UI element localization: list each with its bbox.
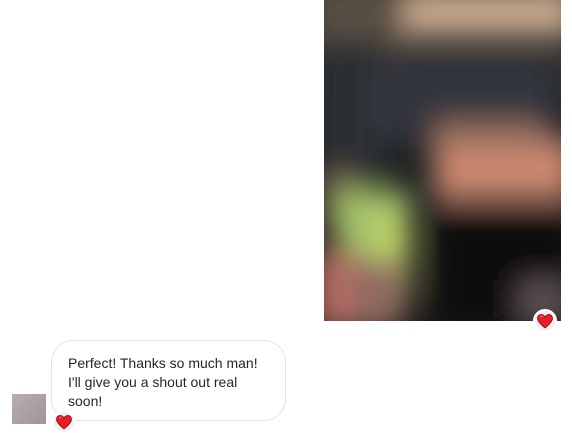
blurred-photo [324,0,561,321]
message-text: Perfect! Thanks so much man! I'll give y… [68,355,258,409]
avatar[interactable] [12,394,46,424]
chat-thread: Perfect! Thanks so much man! I'll give y… [0,0,572,433]
image-reaction-heart[interactable] [533,309,557,333]
heart-icon [537,313,553,328]
heart-icon [56,414,72,429]
message-bubble[interactable]: Perfect! Thanks so much man! I'll give y… [51,340,286,421]
image-message[interactable] [324,0,561,321]
message-reaction-heart[interactable] [52,410,76,433]
